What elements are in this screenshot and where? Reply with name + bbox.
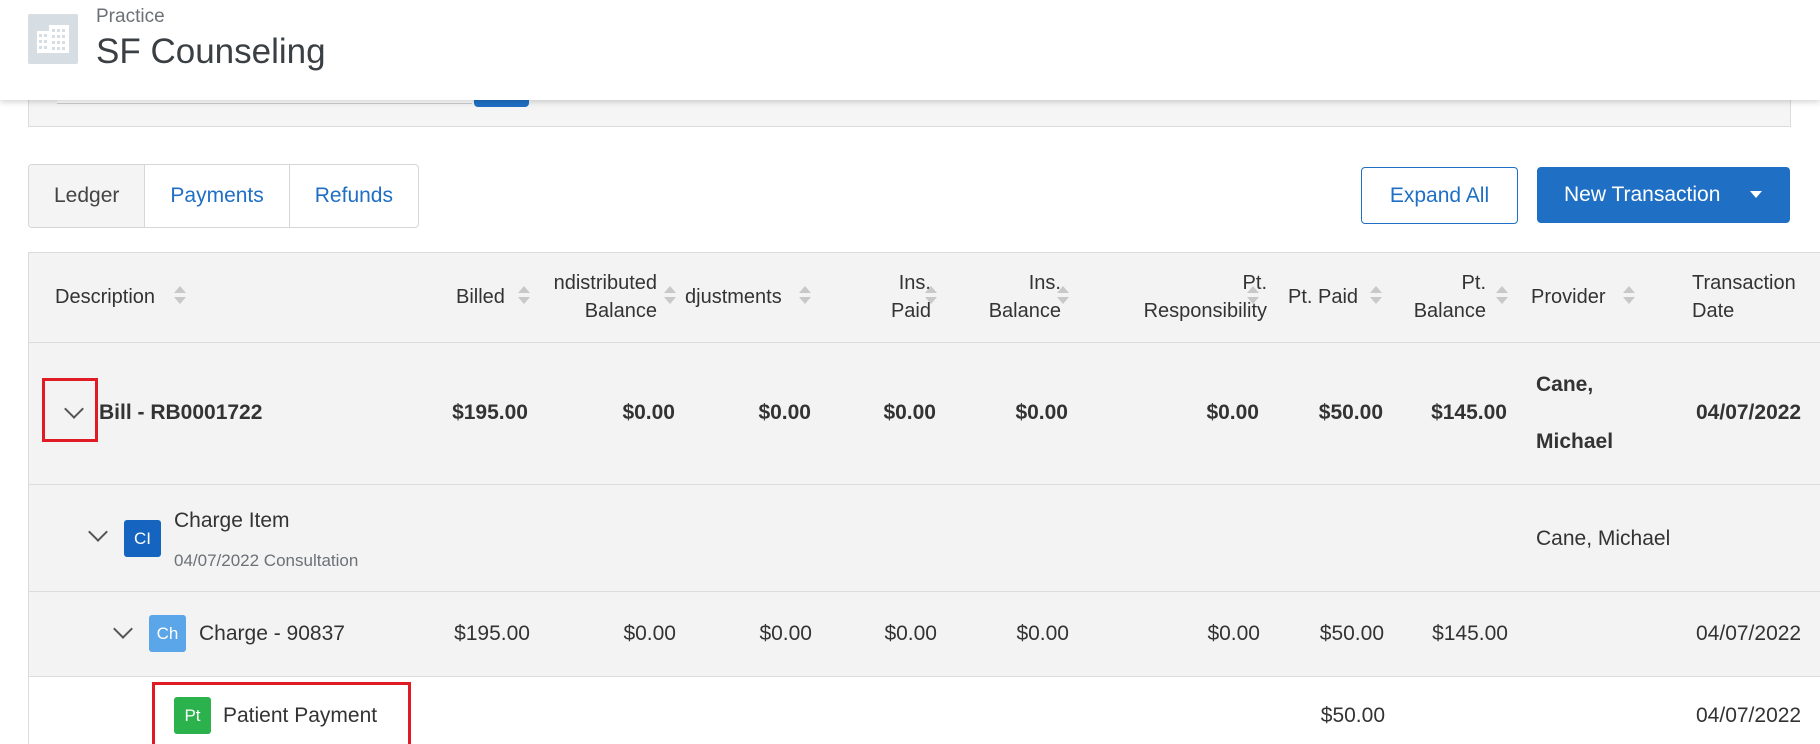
column-adjustments[interactable]: djustments xyxy=(685,283,782,311)
bill-adjustments: $0.00 xyxy=(758,401,811,424)
new-transaction-label: New Transaction xyxy=(1564,183,1721,206)
column-label: Provider xyxy=(1531,286,1606,308)
bill-undistributed: $0.00 xyxy=(622,401,675,424)
column-description[interactable]: Description xyxy=(55,283,155,311)
sort-icon[interactable] xyxy=(1057,286,1069,306)
expand-all-button[interactable]: Expand All xyxy=(1361,167,1518,224)
charge-billed: $195.00 xyxy=(454,622,530,645)
bill-ins-balance: $0.00 xyxy=(1015,401,1068,424)
sort-icon[interactable] xyxy=(174,286,186,306)
bill-provider-last: Cane, xyxy=(1536,373,1594,396)
column-label: Description xyxy=(55,286,156,308)
column-ins-balance[interactable]: Ins. Balance xyxy=(969,269,1061,325)
column-label: Paid xyxy=(890,300,931,322)
bill-provider-first: Michael xyxy=(1536,430,1614,453)
column-ins-paid[interactable]: Ins. Paid xyxy=(869,269,931,325)
column-label: ndistributed xyxy=(553,272,657,294)
caret-down-icon xyxy=(1750,191,1762,198)
practice-name: SF Counseling xyxy=(96,32,326,71)
page-header: Practice SF Counseling xyxy=(0,0,1820,100)
column-label: Transaction xyxy=(1692,272,1796,294)
patient-payment-badge: Pt xyxy=(174,697,211,734)
column-provider[interactable]: Provider xyxy=(1531,283,1605,311)
column-label: Balance xyxy=(1413,300,1486,322)
column-label: Billed xyxy=(456,286,505,308)
bill-ins-paid: $0.00 xyxy=(883,401,936,424)
patient-payment-description[interactable]: Patient Payment xyxy=(223,704,377,728)
charge-undistributed: $0.00 xyxy=(623,622,676,645)
charge-pt-paid: $50.00 xyxy=(1319,622,1384,645)
column-label: Pt. xyxy=(1242,272,1267,294)
column-label: Balance xyxy=(988,300,1061,322)
charge-pt-responsibility: $0.00 xyxy=(1207,622,1260,645)
charge-badge: Ch xyxy=(149,615,186,652)
column-pt-balance[interactable]: Pt. Balance xyxy=(1399,269,1486,325)
chevron-down-icon[interactable] xyxy=(113,619,133,639)
sort-icon[interactable] xyxy=(1623,286,1635,306)
tab-payments[interactable]: Payments xyxy=(144,165,288,227)
column-label: Responsibility xyxy=(1143,300,1267,322)
bill-description[interactable]: Bill - RB0001722 xyxy=(99,401,262,425)
column-billed[interactable]: Billed xyxy=(456,283,505,311)
bill-billed: $195.00 xyxy=(452,401,528,424)
table-row-charge[interactable]: Ch Charge - 90837 $195.00 $0.00 $0.00 $0… xyxy=(29,592,1820,677)
charge-item-subtitle: 04/07/2022 Consultation xyxy=(174,551,359,570)
column-label: Pt. xyxy=(1461,272,1486,294)
sort-icon[interactable] xyxy=(1370,286,1382,306)
column-label: Ins. xyxy=(1028,272,1061,294)
charge-item-badge: CI xyxy=(124,520,161,557)
charge-adjustments: $0.00 xyxy=(759,622,812,645)
practice-label: Practice xyxy=(96,6,165,27)
table-row-bill[interactable]: Bill - RB0001722 $195.00 $0.00 $0.00 $0.… xyxy=(29,343,1820,485)
ledger-tabs: Ledger Payments Refunds xyxy=(28,164,419,228)
bill-pt-responsibility: $0.00 xyxy=(1206,401,1259,424)
charge-item-provider: Cane, Michael xyxy=(1536,527,1671,550)
sort-icon[interactable] xyxy=(799,286,811,306)
charge-date: 04/07/2022 xyxy=(1696,622,1802,645)
sort-icon[interactable] xyxy=(518,286,530,306)
highlight-box xyxy=(42,378,98,442)
column-label: djustments xyxy=(685,286,782,308)
column-pt-responsibility[interactable]: Pt. Responsibility xyxy=(1099,269,1267,325)
column-transaction-date[interactable]: Transaction Date xyxy=(1692,269,1796,325)
column-undistributed-balance[interactable]: ndistributed Balance xyxy=(539,269,657,325)
bill-date: 04/07/2022 xyxy=(1696,401,1802,424)
chevron-down-icon[interactable] xyxy=(88,522,108,542)
column-label: Balance xyxy=(584,300,657,322)
column-label: Date xyxy=(1692,300,1735,322)
sort-icon[interactable] xyxy=(1496,286,1508,306)
tab-ledger[interactable]: Ledger xyxy=(29,165,145,227)
sort-icon[interactable] xyxy=(664,286,676,306)
tab-refunds[interactable]: Refunds xyxy=(288,165,418,227)
building-icon xyxy=(28,14,78,64)
charge-pt-balance: $145.00 xyxy=(1432,622,1508,645)
new-transaction-button[interactable]: New Transaction xyxy=(1537,167,1790,223)
column-pt-paid[interactable]: Pt. Paid xyxy=(1288,283,1358,311)
column-label: Ins. xyxy=(898,272,931,294)
charge-description[interactable]: Charge - 90837 xyxy=(199,622,345,646)
ledger-table: Description Billed ndistributed Balance … xyxy=(28,252,1820,744)
sort-icon[interactable] xyxy=(1247,286,1259,306)
table-row-charge-item[interactable]: CI Charge Item 04/07/2022 Consultation C… xyxy=(29,485,1820,592)
patient-payment-date: 04/07/2022 xyxy=(1696,704,1802,727)
column-label: Pt. Paid xyxy=(1288,286,1359,308)
patient-payment-pt-paid: $50.00 xyxy=(1320,704,1385,727)
charge-item-title[interactable]: Charge Item xyxy=(174,509,290,533)
sort-icon[interactable] xyxy=(925,286,937,306)
charge-ins-paid: $0.00 xyxy=(884,622,937,645)
charge-ins-balance: $0.00 xyxy=(1016,622,1069,645)
bill-pt-paid: $50.00 xyxy=(1318,401,1383,424)
bill-pt-balance: $145.00 xyxy=(1431,401,1507,424)
table-header: Description Billed ndistributed Balance … xyxy=(29,253,1820,343)
table-row-patient-payment[interactable]: Pt Patient Payment $50.00 04/07/2022 xyxy=(29,677,1820,744)
